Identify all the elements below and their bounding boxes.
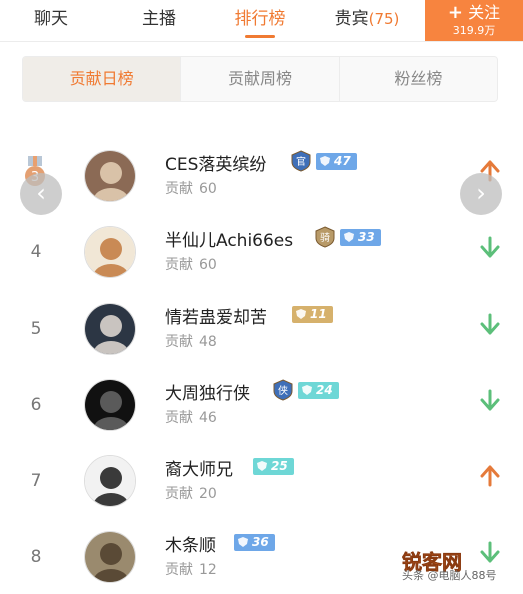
- segment-daily-contribution[interactable]: 贡献日榜: [23, 57, 182, 101]
- username: CES落英缤纷: [165, 155, 267, 175]
- contribution-value: 60: [199, 257, 217, 273]
- ranking-row[interactable]: 7 裔大师兄 25 贡献 20: [0, 447, 523, 523]
- level-badge: 24: [298, 381, 339, 399]
- role-badge-icon: 侠: [273, 379, 293, 401]
- role-badge-label: 侠: [278, 384, 288, 397]
- avatar[interactable]: [84, 379, 136, 431]
- avatar[interactable]: [84, 150, 136, 202]
- ranking-row[interactable]: 5 情若蛊爱却苦 11 贡献 48: [0, 295, 523, 371]
- tab-vip-label: 贵宾: [334, 9, 369, 29]
- tab-ranking[interactable]: 排行榜: [228, 0, 292, 42]
- contribution: 贡献 48: [165, 331, 217, 351]
- rank-number: 6: [30, 395, 42, 415]
- username: 半仙儿Achi66es: [165, 231, 294, 251]
- level-badge: 33: [340, 228, 381, 246]
- role-badge-label: 骑: [320, 231, 330, 244]
- contribution-label: 贡献: [165, 410, 193, 426]
- role-badge-icon: 官: [291, 150, 311, 172]
- tab-anchor[interactable]: 主播: [134, 0, 184, 42]
- rank-number: 7: [30, 471, 42, 491]
- contribution-label: 贡献: [165, 486, 193, 502]
- shield-icon: [257, 460, 267, 471]
- tab-vip[interactable]: 贵宾(75): [330, 0, 404, 42]
- chevron-right-icon: ›: [476, 179, 486, 207]
- arrow-down-icon: [480, 389, 500, 411]
- watermark-caption: 头条 @电脑人88号: [402, 569, 497, 582]
- user-badges: 官 47: [290, 150, 357, 172]
- avatar[interactable]: [84, 303, 136, 355]
- avatar[interactable]: [84, 531, 136, 583]
- level-badge: 11: [292, 305, 333, 323]
- user-badges: 36: [234, 531, 275, 553]
- shield-icon: [238, 536, 248, 547]
- contribution-label: 贡献: [165, 562, 193, 578]
- contribution-label: 贡献: [165, 334, 193, 350]
- contribution-value: 46: [199, 410, 217, 426]
- avatar[interactable]: [84, 455, 136, 507]
- rank-number: 8: [30, 547, 42, 567]
- ranking-segment-control: 贡献日榜 贡献周榜 粉丝榜: [22, 56, 498, 102]
- contribution: 贡献 12: [165, 559, 217, 579]
- role-badge-label: 官: [296, 155, 306, 168]
- contribution: 贡献 46: [165, 407, 217, 427]
- tab-anchor-label: 主播: [142, 9, 176, 29]
- level-number: 33: [358, 229, 375, 244]
- contribution-value: 20: [199, 486, 217, 502]
- ranking-row[interactable]: 4 半仙儿Achi66es 骑 33 贡献 60: [0, 218, 523, 294]
- prev-arrow-button[interactable]: ‹: [20, 173, 62, 215]
- level-number: 11: [310, 306, 327, 321]
- shield-icon: [302, 384, 312, 395]
- tab-chat-label: 聊天: [34, 9, 68, 29]
- level-number: 36: [252, 534, 269, 549]
- follow-button[interactable]: + 关注 319.9万: [425, 0, 523, 41]
- user-badges: 骑 33: [314, 226, 381, 248]
- level-number: 47: [334, 153, 351, 168]
- level-number: 24: [316, 382, 333, 397]
- avatar[interactable]: [84, 226, 136, 278]
- contribution-label: 贡献: [165, 181, 193, 197]
- rank-number: 4: [30, 242, 42, 262]
- arrow-down-icon: [480, 313, 500, 335]
- user-badges: 25: [253, 455, 294, 477]
- plus-icon: +: [447, 2, 463, 23]
- segment-fans[interactable]: 粉丝榜: [339, 57, 497, 101]
- arrow-up-icon: [480, 465, 500, 487]
- level-number: 25: [271, 458, 288, 473]
- contribution-value: 60: [199, 181, 217, 197]
- contribution: 贡献 20: [165, 483, 217, 503]
- shield-icon: [296, 308, 306, 319]
- follow-label: 关注: [468, 3, 501, 22]
- top-tab-bar: 聊天 主播 排行榜 贵宾(75) + 关注 319.9万: [0, 0, 523, 42]
- vip-count: (75): [368, 10, 400, 28]
- contribution-value: 12: [199, 562, 217, 578]
- level-badge: 36: [234, 533, 275, 551]
- shield-icon: [344, 231, 354, 242]
- level-badge: 25: [253, 457, 294, 475]
- next-arrow-button[interactable]: ›: [460, 173, 502, 215]
- chevron-left-icon: ‹: [36, 179, 46, 207]
- contribution-label: 贡献: [165, 257, 193, 273]
- user-badges: 侠 24: [272, 379, 339, 401]
- active-tab-indicator: [245, 35, 275, 38]
- tab-ranking-label: 排行榜: [234, 9, 286, 29]
- shield-icon: [320, 155, 330, 166]
- rank-number: 5: [30, 319, 42, 339]
- contribution: 贡献 60: [165, 178, 217, 198]
- user-badges: 11: [292, 303, 333, 325]
- username: 情若蛊爱却苦: [165, 308, 267, 328]
- ranking-row[interactable]: 6 大周独行侠 侠 24 贡献 46: [0, 371, 523, 447]
- ranking-row[interactable]: 3CES落英缤纷官47贡献60: [0, 142, 523, 218]
- username: 裔大师兄: [165, 460, 233, 480]
- arrow-down-icon: [480, 541, 500, 563]
- username: 木条顺: [165, 536, 216, 556]
- fan-count: 319.9万: [452, 24, 496, 37]
- arrow-down-icon: [480, 236, 500, 258]
- contribution: 贡献 60: [165, 254, 217, 274]
- role-badge-icon: 骑: [315, 226, 335, 248]
- level-badge: 47: [316, 152, 357, 170]
- username: 大周独行侠: [165, 384, 250, 404]
- contribution-value: 48: [199, 334, 217, 350]
- segment-weekly-contribution[interactable]: 贡献周榜: [181, 57, 340, 101]
- tab-chat[interactable]: 聊天: [26, 0, 76, 42]
